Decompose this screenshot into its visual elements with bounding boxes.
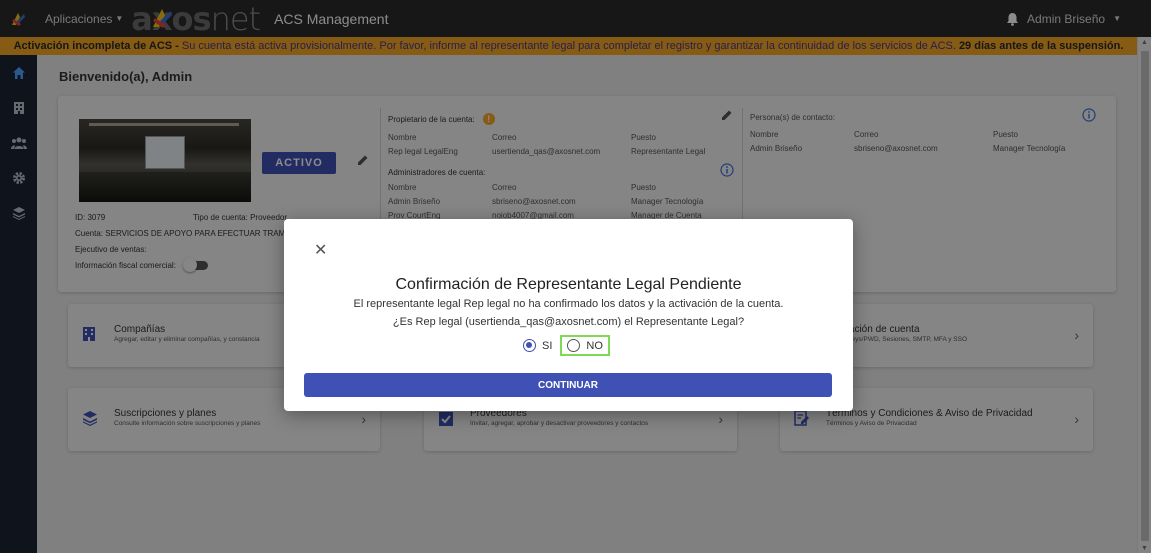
radio-option-no[interactable]: NO xyxy=(560,335,610,356)
radio-si[interactable] xyxy=(523,339,536,352)
dialog-question: ¿Es Rep legal (usertienda_qas@axosnet.co… xyxy=(392,316,745,328)
dialog-message: El representante legal Rep legal no ha c… xyxy=(353,298,784,310)
radio-no-label: NO xyxy=(586,339,603,352)
legal-rep-confirmation-dialog: ✕ Confirmación de Representante Legal Pe… xyxy=(284,219,853,411)
close-icon[interactable]: ✕ xyxy=(314,243,327,259)
dialog-title: Confirmación de Representante Legal Pend… xyxy=(395,276,742,293)
radio-no[interactable] xyxy=(567,339,581,352)
continue-button[interactable]: CONTINUAR xyxy=(304,373,832,397)
radio-si-label: SI xyxy=(542,339,553,352)
radio-option-si[interactable]: SI xyxy=(523,339,552,352)
legal-rep-radio-group: SI NO xyxy=(523,335,610,356)
